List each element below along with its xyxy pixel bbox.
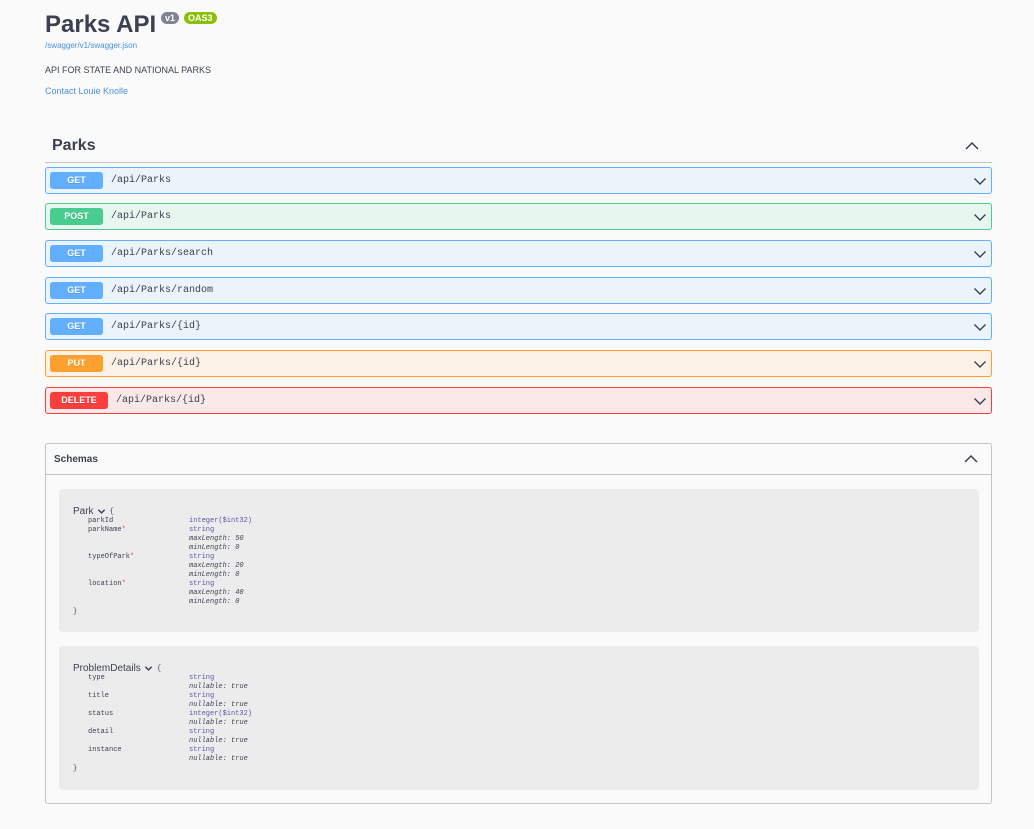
property-constraint: minLength: 0 <box>189 598 240 606</box>
tag-header-parks[interactable]: Parks <box>45 130 992 163</box>
model-title[interactable]: ProblemDetails { <box>73 663 161 674</box>
close-brace: } <box>73 765 78 773</box>
operation-get-row[interactable]: GET/api/Parks/random <box>45 277 992 304</box>
operation-path: /api/Parks <box>111 175 172 186</box>
property-name: parkName* <box>88 526 126 534</box>
operation-get-row[interactable]: GET/api/Parks <box>45 167 992 194</box>
property-constraint: nullable: true <box>189 683 248 691</box>
method-badge: PUT <box>50 355 103 372</box>
property-constraint: nullable: true <box>189 719 248 727</box>
property-name: title <box>88 692 110 700</box>
schemas-section: Schemas Park{parkId integer($int32) parkNa… <box>45 443 992 804</box>
chevron-down-icon[interactable] <box>973 284 987 298</box>
schemas-title: Schemas <box>54 453 98 465</box>
method-badge: GET <box>50 172 103 189</box>
oas-badge: OAS3 <box>184 12 217 24</box>
chevron-down-icon[interactable] <box>973 247 987 261</box>
operation-path: /api/Parks/search <box>111 248 214 259</box>
api-title: Parks API <box>45 11 157 38</box>
property-type: string <box>189 526 215 534</box>
property-constraint: minLength: 0 <box>189 544 240 552</box>
chevron-down-icon[interactable] <box>144 664 153 673</box>
operation-path: /api/Parks/{id} <box>111 321 202 332</box>
close-brace: } <box>73 608 78 616</box>
operation-path: /api/Parks/{id} <box>116 395 207 406</box>
property-type: string <box>189 674 215 682</box>
required-marker: * <box>130 553 135 561</box>
swagger-ui: Parks API v1 OAS3 /swagger/v1/swagger.js… <box>45 0 992 804</box>
open-brace: { <box>156 664 162 673</box>
property-constraint: nullable: true <box>189 701 248 709</box>
chevron-down-icon[interactable] <box>97 507 106 516</box>
property-constraint: nullable: true <box>189 755 248 763</box>
property-name: status <box>88 710 114 718</box>
model-title[interactable]: Park { <box>73 506 114 517</box>
chevron-down-icon[interactable] <box>973 174 987 188</box>
operation-put-row[interactable]: PUT/api/Parks/{id} <box>45 350 992 377</box>
model-name: ProblemDetails <box>73 663 141 674</box>
operation-post-row[interactable]: POST/api/Parks <box>45 203 992 230</box>
chevron-down-icon[interactable] <box>973 357 987 371</box>
property-type: string <box>189 746 215 754</box>
operation-path: /api/Parks <box>111 211 172 222</box>
model-name: Park <box>73 506 94 517</box>
schemas-header[interactable]: Schemas <box>46 444 991 475</box>
property-name: location* <box>88 580 126 588</box>
chevron-down-icon[interactable] <box>973 210 987 224</box>
property-type: string <box>189 728 215 736</box>
tag-title: Parks <box>52 137 96 154</box>
api-description: API FOR STATE AND NATIONAL PARKS <box>45 65 212 75</box>
property-constraint: maxLength: 50 <box>189 535 244 543</box>
operation-path: /api/Parks/{id} <box>111 358 202 369</box>
property-type: string <box>189 580 215 588</box>
chevron-down-icon[interactable] <box>973 320 987 334</box>
property-type: integer($int32) <box>189 517 253 525</box>
method-badge: DELETE <box>50 392 108 409</box>
spec-url-link[interactable]: /swagger/v1/swagger.json <box>45 41 137 50</box>
property-type: string <box>189 692 215 700</box>
method-badge: GET <box>50 282 103 299</box>
property-name: detail <box>88 728 114 736</box>
open-brace: { <box>109 507 114 516</box>
contact-link[interactable]: Contact Louie Knolle <box>45 86 128 96</box>
version-badge: v1 <box>161 12 180 24</box>
chevron-down-icon[interactable] <box>973 394 987 408</box>
method-badge: GET <box>50 245 103 262</box>
property-constraint: maxLength: 20 <box>189 562 244 570</box>
chevron-up-icon[interactable] <box>963 451 979 467</box>
property-type: string <box>189 553 215 561</box>
operation-get-row[interactable]: GET/api/Parks/search <box>45 240 992 267</box>
required-marker: * <box>121 526 126 534</box>
property-constraint: minLength: 0 <box>189 571 240 579</box>
property-type: integer($int32) <box>189 710 253 718</box>
property-constraint: maxLength: 40 <box>189 589 244 597</box>
model-problemdetails: ProblemDetails{type string nullable: true t… <box>59 646 979 790</box>
property-name: parkId <box>88 517 114 525</box>
operation-get-row[interactable]: GET/api/Parks/{id} <box>45 313 992 340</box>
property-name: instance <box>88 746 122 754</box>
operation-path: /api/Parks/random <box>111 285 214 296</box>
method-badge: GET <box>50 318 103 335</box>
required-marker: * <box>121 580 126 588</box>
property-name: type <box>88 674 105 682</box>
operation-delete-row[interactable]: DELETE/api/Parks/{id} <box>45 387 992 414</box>
api-info: Parks API v1 OAS3 /swagger/v1/swagger.js… <box>45 0 992 110</box>
property-name: typeOfPark* <box>88 553 135 561</box>
method-badge: POST <box>50 208 103 225</box>
chevron-up-icon[interactable] <box>964 138 980 154</box>
model-park: Park {parkId integer($int32) parkName* strin… <box>59 489 979 632</box>
property-constraint: nullable: true <box>189 737 248 745</box>
